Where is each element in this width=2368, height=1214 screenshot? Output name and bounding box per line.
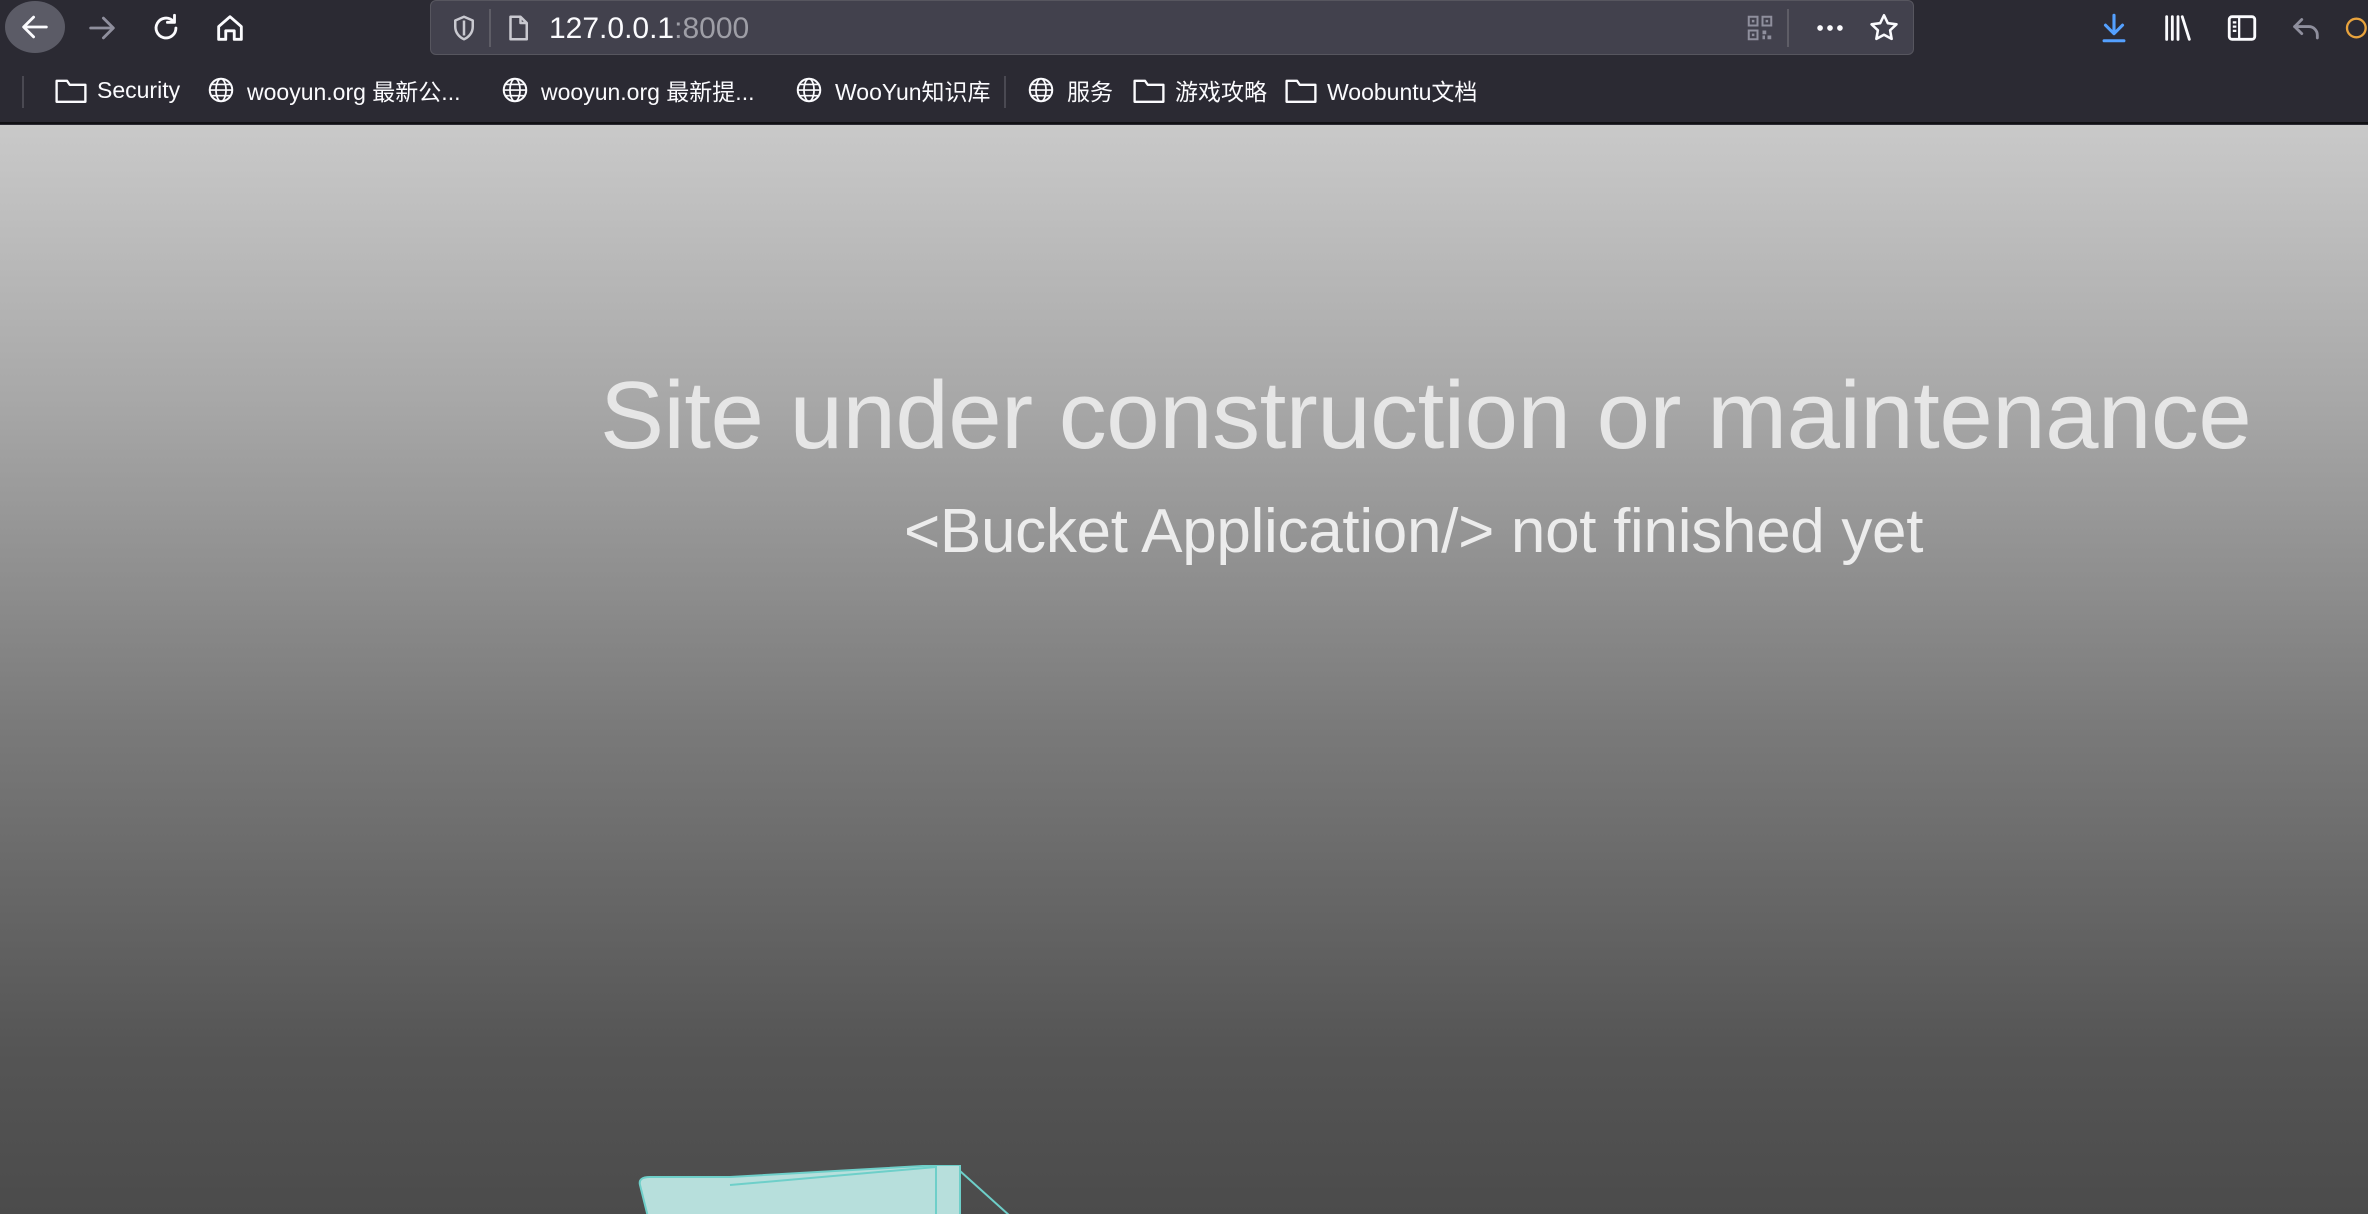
- bucket-illustration: [638, 1165, 1010, 1214]
- undo-icon: [2293, 18, 2319, 40]
- home-icon: [217, 15, 243, 41]
- library-icon: [2165, 15, 2191, 41]
- extension-button[interactable]: [2340, 4, 2368, 52]
- url-port: :8000: [674, 12, 750, 45]
- bookmarks-separator: [22, 76, 24, 108]
- bookmark-woobuntu-docs[interactable]: Woobuntu文档: [1284, 70, 1477, 110]
- bookmark-wooyun-public[interactable]: wooyun.org 最新公...: [204, 70, 460, 110]
- globe-icon: [502, 77, 528, 103]
- sidebar-button[interactable]: [2212, 4, 2272, 52]
- bookmark-services[interactable]: 服务: [1024, 70, 1113, 110]
- bookmark-game-guides[interactable]: 游戏攻略: [1132, 70, 1267, 110]
- back-button[interactable]: [5, 1, 65, 53]
- urlbar-separator: [1787, 9, 1789, 47]
- browser-toolbar: 127.0.0.1:8000: [0, 0, 2368, 56]
- address-bar[interactable]: 127.0.0.1:8000: [430, 0, 1914, 55]
- folder-icon: [55, 79, 87, 103]
- page-headline: Site under construction or maintenance: [600, 362, 2252, 469]
- bookmark-security[interactable]: Security: [54, 70, 180, 110]
- reload-button[interactable]: [136, 4, 196, 52]
- forward-arrow-icon: [89, 16, 115, 40]
- bookmark-label: wooyun.org 最新提...: [541, 79, 755, 105]
- forward-button[interactable]: [72, 4, 132, 52]
- reload-icon: [154, 13, 178, 40]
- bookmark-wooyun-submit[interactable]: wooyun.org 最新提...: [498, 70, 754, 110]
- page-subline: <Bucket Application/> not finished yet: [904, 497, 1924, 566]
- bookmark-label: Security: [97, 76, 181, 103]
- bookmark-label: Woobuntu文档: [1327, 79, 1478, 105]
- qr-code-icon[interactable]: [1743, 11, 1777, 45]
- bookmark-wooyun-knowledge[interactable]: WooYun知识库: [792, 70, 991, 110]
- page-icon[interactable]: [501, 11, 535, 45]
- download-icon: [2102, 13, 2126, 43]
- bookmark-label: 服务: [1067, 79, 1113, 105]
- sidebar-icon: [2227, 15, 2257, 41]
- downloads-button[interactable]: [2084, 4, 2144, 52]
- home-button[interactable]: [200, 4, 260, 52]
- undo-button[interactable]: [2276, 4, 2336, 52]
- globe-icon: [796, 77, 822, 103]
- bookmark-label: wooyun.org 最新公...: [247, 79, 461, 105]
- folder-icon: [1285, 79, 1317, 103]
- back-arrow-icon: [22, 15, 48, 39]
- bookmark-label: WooYun知识库: [835, 79, 991, 105]
- url-text[interactable]: 127.0.0.1:8000: [549, 12, 749, 46]
- bookmarks-separator: [1004, 76, 1006, 108]
- more-actions-icon[interactable]: [1813, 11, 1847, 45]
- globe-icon: [208, 77, 234, 103]
- extension-icon: [2345, 17, 2367, 39]
- bookmarks-toolbar: Security wooyun.org 最新公... wooyun.org 最新…: [0, 56, 2368, 124]
- star-icon[interactable]: [1867, 11, 1901, 45]
- url-host: 127.0.0.1: [549, 12, 675, 45]
- library-button[interactable]: [2148, 4, 2208, 52]
- shield-icon[interactable]: [447, 11, 481, 45]
- bookmark-label: 游戏攻略: [1175, 79, 1267, 105]
- urlbar-separator: [489, 9, 491, 47]
- page-content: Site under construction or maintenance <…: [0, 125, 2368, 1214]
- folder-icon: [1133, 79, 1165, 103]
- globe-icon: [1028, 77, 1054, 103]
